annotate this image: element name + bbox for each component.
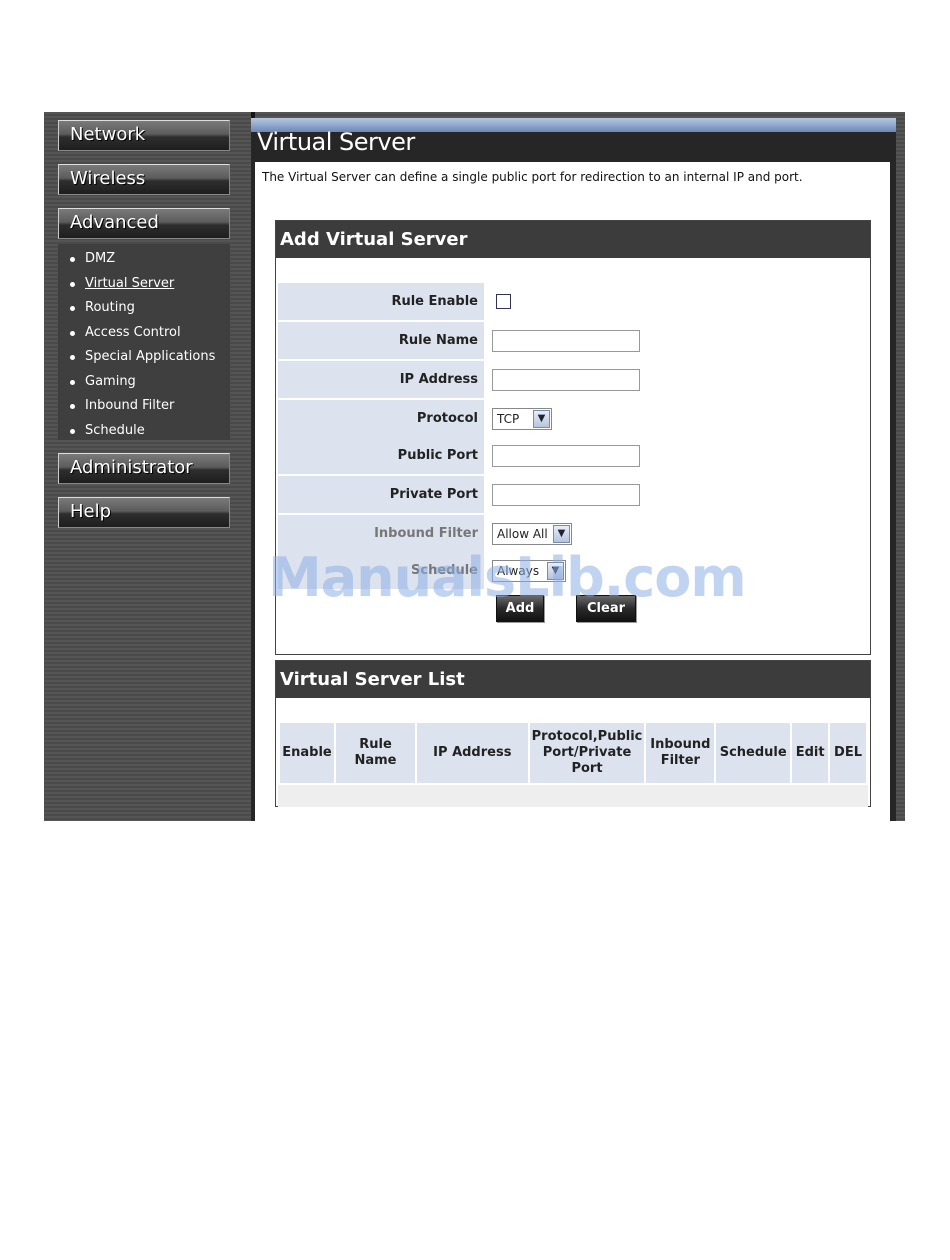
protocol-select[interactable]: TCP ▼	[492, 408, 552, 430]
column-header-inbound-filter: Inbound Filter	[646, 723, 715, 783]
rule-enable-row: Rule Enable	[278, 283, 868, 321]
protocol-select-value: TCP	[497, 412, 520, 426]
main-panel: Virtual Server The Virtual Server can de…	[251, 118, 896, 821]
ip-address-input[interactable]	[492, 369, 640, 391]
private-port-row: Private Port	[278, 476, 868, 514]
nav-wireless-button[interactable]: Wireless	[58, 164, 230, 195]
submenu-item-routing[interactable]: Routing	[58, 296, 230, 321]
column-header-ip-address: IP Address	[417, 723, 528, 783]
submenu-item-special-applications[interactable]: Special Applications	[58, 345, 230, 370]
inbound-filter-select[interactable]: Allow All ▼	[492, 523, 572, 545]
nav-administrator-button[interactable]: Administrator	[58, 453, 230, 484]
submenu-item-schedule[interactable]: Schedule	[58, 419, 230, 444]
rule-enable-checkbox[interactable]	[496, 294, 511, 309]
add-virtual-server-panel: Add Virtual Server Rule Enable Rule Name…	[275, 220, 871, 655]
rule-name-label: Rule Name	[278, 322, 484, 359]
schedule-select-value: Always	[497, 564, 540, 578]
column-header-protocol-ports: Protocol,Public Port/Private Port	[529, 723, 645, 783]
public-port-input[interactable]	[492, 445, 640, 467]
schedule-select[interactable]: Always ▼	[492, 560, 566, 582]
submenu-item-inbound-filter[interactable]: Inbound Filter	[58, 394, 230, 419]
column-header-edit: Edit	[792, 723, 829, 783]
sidebar: Network Wireless Advanced DMZ Virtual Se…	[44, 112, 250, 821]
ip-address-row: IP Address	[278, 361, 868, 399]
submenu-item-virtual-server[interactable]: Virtual Server	[58, 272, 230, 297]
inbound-filter-select-value: Allow All	[497, 527, 548, 541]
column-header-schedule: Schedule	[716, 723, 791, 783]
column-header-enable: Enable	[280, 723, 334, 783]
nav-help-button[interactable]: Help	[58, 497, 230, 528]
column-header-del: DEL	[830, 723, 866, 783]
router-admin-frame: Network Wireless Advanced DMZ Virtual Se…	[44, 112, 905, 821]
private-port-input[interactable]	[492, 484, 640, 506]
chevron-down-icon: ▼	[533, 410, 550, 428]
rule-name-row: Rule Name	[278, 322, 868, 360]
rule-enable-label: Rule Enable	[278, 283, 484, 320]
chevron-down-icon: ▼	[547, 562, 564, 580]
content-area: The Virtual Server can define a single p…	[255, 162, 890, 821]
nav-network-button[interactable]: Network	[58, 120, 230, 151]
submenu-item-access-control[interactable]: Access Control	[58, 321, 230, 346]
clear-button[interactable]: Clear	[576, 595, 636, 622]
protocol-label: Protocol	[278, 400, 484, 437]
advanced-submenu: DMZ Virtual Server Routing Access Contro…	[58, 244, 230, 440]
private-port-label: Private Port	[278, 476, 484, 513]
table-header-row: Enable Rule Name IP Address Protocol,Pub…	[280, 723, 866, 783]
table-empty-row	[278, 785, 868, 807]
submenu-item-gaming[interactable]: Gaming	[58, 370, 230, 395]
schedule-row: Schedule Always ▼	[278, 552, 868, 590]
public-port-label: Public Port	[278, 437, 484, 474]
list-panel-title: Virtual Server List	[276, 661, 870, 698]
ip-address-label: IP Address	[278, 361, 484, 398]
chevron-down-icon: ▼	[553, 525, 570, 543]
schedule-label: Schedule	[278, 552, 484, 589]
page-description: The Virtual Server can define a single p…	[262, 170, 803, 184]
public-port-row: Public Port	[278, 437, 868, 475]
protocol-row: Protocol TCP ▼	[278, 400, 868, 438]
add-button[interactable]: Add	[496, 595, 544, 622]
rule-name-input[interactable]	[492, 330, 640, 352]
inbound-filter-row: Inbound Filter Allow All ▼	[278, 515, 868, 553]
virtual-server-list-panel: Virtual Server List Enable Rule Name IP …	[275, 660, 871, 807]
inbound-filter-label: Inbound Filter	[278, 515, 484, 552]
virtual-server-table: Enable Rule Name IP Address Protocol,Pub…	[278, 723, 868, 783]
page-title: Virtual Server	[257, 128, 415, 156]
column-header-rule-name: Rule Name	[335, 723, 416, 783]
add-panel-title: Add Virtual Server	[276, 221, 870, 258]
submenu-item-dmz[interactable]: DMZ	[58, 247, 230, 272]
nav-advanced-button[interactable]: Advanced	[58, 208, 230, 239]
